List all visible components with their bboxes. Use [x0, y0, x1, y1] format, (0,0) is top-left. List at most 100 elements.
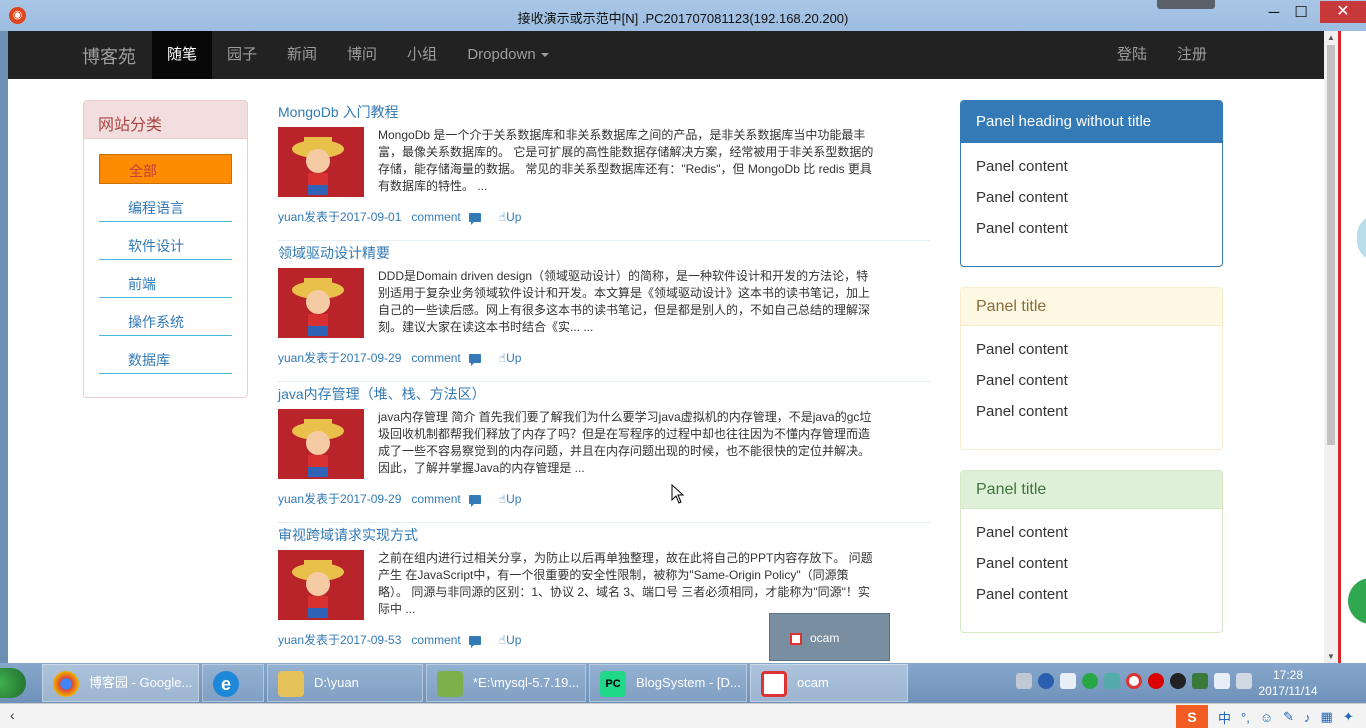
- article-author-date[interactable]: yuan发表于2017-09-53: [278, 633, 401, 647]
- panel-warning: Panel title Panel content Panel content …: [960, 287, 1223, 450]
- taskbar-item-pycharm[interactable]: PC BlogSystem - [D...: [589, 664, 747, 702]
- minimize-button[interactable]: ─: [1261, 4, 1287, 24]
- article-thumbnail[interactable]: [278, 550, 364, 620]
- ime-punctuation[interactable]: °,: [1241, 710, 1250, 725]
- ocam-taskbar-preview[interactable]: ocam: [769, 613, 890, 661]
- article-thumbnail[interactable]: [278, 127, 364, 197]
- panel-title: Panel title: [961, 471, 1222, 509]
- scrollbar-thumb[interactable]: [1327, 45, 1335, 445]
- taskbar-item-ocam[interactable]: ocam: [750, 664, 908, 702]
- nav-dropdown-label: Dropdown: [467, 46, 536, 63]
- article-item: 领域驱动设计精要 DDD是Domain driven design（领域驱动设计…: [278, 241, 931, 382]
- comment-link[interactable]: comment: [411, 492, 460, 506]
- start-button[interactable]: [0, 668, 26, 698]
- thumbs-up-icon[interactable]: ☝Up: [499, 351, 522, 365]
- thumbs-up-icon[interactable]: ☝Up: [499, 633, 522, 647]
- taskbar-item-label: 博客园 - Google...: [89, 675, 193, 690]
- panel-success: Panel title Panel content Panel content …: [960, 470, 1223, 633]
- page-vertical-scrollbar[interactable]: ▲ ▼: [1324, 31, 1338, 663]
- comment-link[interactable]: comment: [411, 210, 460, 224]
- keyboard-icon[interactable]: [1016, 672, 1032, 689]
- article-thumbnail[interactable]: [278, 268, 364, 338]
- thumbs-up-icon[interactable]: ☝Up: [499, 210, 522, 224]
- article-item: MongoDb 入门教程 MongoDb 是一个介于关系数据库和非关系数据库之间…: [278, 100, 931, 241]
- taskbar-clock[interactable]: 17:28 2017/11/14: [1246, 667, 1330, 699]
- category-list: 全部 编程语言 软件设计 前端 操作系统 数据库: [99, 154, 232, 382]
- article-author-date[interactable]: yuan发表于2017-09-01: [278, 210, 401, 224]
- panel-content: Panel content: [976, 586, 1068, 603]
- page-viewport: 博客苑 随笔 园子 新闻 博问 小组 Dropdown 登陆 注册 网站分类 全…: [8, 31, 1324, 663]
- connection-pin-bar[interactable]: [1157, 0, 1215, 9]
- article-title[interactable]: java内存管理（堆、栈、方法区）: [278, 384, 486, 404]
- nav-item-bowen[interactable]: 博问: [332, 31, 392, 79]
- nav-item-group[interactable]: 小组: [392, 31, 452, 79]
- panel-content: Panel content: [976, 372, 1068, 389]
- top-navbar: 博客苑 随笔 园子 新闻 博问 小组 Dropdown 登陆 注册: [8, 31, 1324, 79]
- ime-toolbar: S中°,☺✎♪▦✦⚙: [1176, 705, 1366, 728]
- tray-app-icon[interactable]: [1082, 672, 1098, 689]
- emoji-icon[interactable]: ☺: [1260, 710, 1273, 725]
- system-tray: [1016, 672, 1258, 694]
- category-item-database[interactable]: 数据库: [99, 344, 232, 374]
- ocam-icon: [761, 670, 787, 697]
- remote-horizontal-scrollbar[interactable]: ‹ S中°,☺✎♪▦✦⚙: [0, 703, 1366, 728]
- article-summary: MongoDb 是一个介于关系数据库和非关系数据库之间的产品，是非关系数据库当中…: [378, 128, 874, 193]
- nav-item-news[interactable]: 新闻: [272, 31, 332, 79]
- panel-body: Panel content Panel content Panel conten…: [961, 143, 1222, 252]
- folder-icon: [278, 670, 304, 697]
- article-title[interactable]: 审视跨域请求实现方式: [278, 525, 418, 545]
- article-author-date[interactable]: yuan发表于2017-09-29: [278, 492, 401, 506]
- category-item-software-design[interactable]: 软件设计: [99, 230, 232, 260]
- ime-language[interactable]: 中: [1218, 708, 1231, 727]
- scroll-down-arrow-icon[interactable]: ▼: [1327, 652, 1335, 661]
- panel-content: Panel content: [976, 555, 1068, 572]
- close-button[interactable]: ✕: [1320, 1, 1366, 23]
- article-title[interactable]: MongoDb 入门教程: [278, 102, 399, 122]
- category-item-all[interactable]: 全部: [99, 154, 232, 184]
- panel-content: Panel content: [976, 158, 1068, 175]
- taskbar-item-notepad[interactable]: *E:\mysql-5.7.19...: [426, 664, 586, 702]
- nav-dropdown[interactable]: Dropdown: [458, 31, 558, 79]
- comment-icon: [468, 495, 481, 508]
- ocam-preview-label: ocam: [810, 631, 840, 645]
- article-author-date[interactable]: yuan发表于2017-09-29: [278, 351, 401, 365]
- taskbar-item-ie[interactable]: e: [202, 664, 264, 702]
- taskbar-item-label: *E:\mysql-5.7.19...: [473, 675, 580, 690]
- maximize-button[interactable]: ☐: [1288, 4, 1314, 24]
- tray-arrow-icon[interactable]: [1060, 672, 1076, 689]
- thumbs-up-icon[interactable]: ☝Up: [499, 492, 522, 506]
- comment-link[interactable]: comment: [411, 351, 460, 365]
- comment-link[interactable]: comment: [411, 633, 460, 647]
- brand-link[interactable]: 博客苑: [82, 43, 136, 69]
- record-icon[interactable]: [1126, 672, 1142, 689]
- keyboard-ime-icon[interactable]: ▦: [1321, 709, 1333, 725]
- comment-icon: [468, 636, 481, 649]
- scroll-up-arrow-icon[interactable]: ▲: [1327, 33, 1335, 42]
- remote-window-titlebar: ◉ 接收演示或示范中[N] .PC201707081123(192.168.20…: [0, 0, 1366, 31]
- taskbar-item-explorer[interactable]: D:\yuan: [267, 664, 423, 702]
- desktop-edge: [1341, 31, 1366, 663]
- skin-icon[interactable]: ✦: [1343, 709, 1354, 725]
- category-item-os[interactable]: 操作系统: [99, 306, 232, 336]
- nav-item-yuanzi[interactable]: 园子: [212, 31, 272, 79]
- stop-record-icon[interactable]: [1148, 672, 1164, 689]
- pen-icon[interactable]: ✎: [1283, 709, 1294, 725]
- sogou-logo-icon[interactable]: S: [1176, 705, 1208, 728]
- tray-app-icon[interactable]: [1104, 672, 1120, 689]
- article-meta: yuan发表于2017-09-01 comment ☝Up: [278, 208, 522, 226]
- mic-icon[interactable]: ♪: [1304, 710, 1311, 725]
- help-icon[interactable]: [1038, 672, 1054, 689]
- login-link[interactable]: 登陆: [1102, 31, 1162, 79]
- security-icon[interactable]: [1192, 672, 1208, 689]
- article-thumbnail[interactable]: [278, 409, 364, 479]
- category-item-programming[interactable]: 编程语言: [99, 192, 232, 222]
- taskbar-item-chrome[interactable]: 博客园 - Google...: [42, 664, 199, 702]
- notepad-icon: [437, 670, 463, 697]
- scroll-left-arrow-icon[interactable]: ‹: [10, 707, 15, 723]
- register-link[interactable]: 注册: [1162, 31, 1222, 79]
- qq-icon[interactable]: [1170, 672, 1186, 689]
- category-item-frontend[interactable]: 前端: [99, 268, 232, 298]
- article-title[interactable]: 领域驱动设计精要: [278, 243, 390, 263]
- volume-icon[interactable]: [1214, 672, 1230, 689]
- nav-item-suibi[interactable]: 随笔: [152, 31, 212, 79]
